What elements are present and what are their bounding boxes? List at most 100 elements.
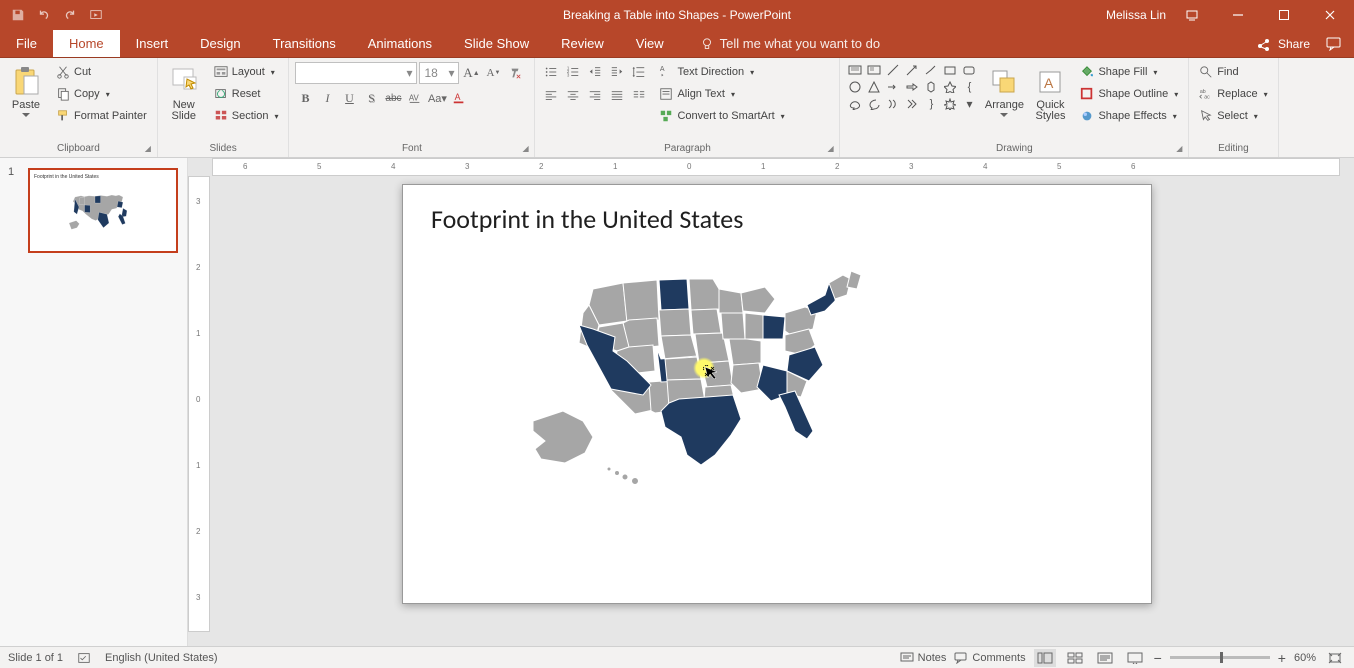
- tab-animations[interactable]: Animations: [352, 30, 448, 57]
- ribbon-options-icon[interactable]: [1172, 0, 1212, 30]
- line-spacing-icon[interactable]: [629, 62, 649, 82]
- tab-design[interactable]: Design: [184, 30, 256, 57]
- align-right-icon[interactable]: [585, 86, 605, 106]
- save-icon[interactable]: [6, 3, 30, 27]
- sorter-view-icon[interactable]: [1064, 649, 1086, 667]
- layout-button[interactable]: Layout▾: [210, 62, 283, 82]
- reset-button[interactable]: Reset: [210, 84, 283, 104]
- state-tx[interactable]: [661, 395, 741, 465]
- state-in[interactable]: [745, 313, 763, 339]
- zoom-in-icon[interactable]: +: [1278, 650, 1286, 666]
- shape-fill-button[interactable]: Shape Fill▾: [1076, 62, 1182, 82]
- paste-button[interactable]: Paste: [6, 62, 46, 117]
- italic-icon[interactable]: I: [317, 88, 337, 108]
- start-from-beginning-icon[interactable]: [84, 3, 108, 27]
- state-oh[interactable]: [763, 315, 785, 339]
- font-size-combo[interactable]: 18▾: [419, 62, 459, 84]
- columns-icon[interactable]: [629, 86, 649, 106]
- font-expand-icon[interactable]: ◢: [522, 144, 532, 154]
- state-mt[interactable]: [623, 280, 659, 323]
- numbering-icon[interactable]: 123: [563, 62, 583, 82]
- convert-smartart-button[interactable]: Convert to SmartArt▾: [655, 106, 788, 126]
- us-map[interactable]: [523, 271, 883, 491]
- arrange-button[interactable]: Arrange: [984, 62, 1024, 117]
- align-center-icon[interactable]: [563, 86, 583, 106]
- state-hi[interactable]: [607, 467, 639, 485]
- tab-home[interactable]: Home: [53, 30, 120, 57]
- state-nd[interactable]: [659, 279, 689, 310]
- section-button[interactable]: Section▾: [210, 106, 283, 126]
- notes-button[interactable]: Notes: [900, 652, 947, 664]
- share-button[interactable]: Share: [1278, 37, 1310, 51]
- status-language[interactable]: English (United States): [105, 652, 218, 664]
- tab-insert[interactable]: Insert: [120, 30, 185, 57]
- fit-window-icon[interactable]: [1324, 649, 1346, 667]
- state-fl[interactable]: [779, 391, 813, 439]
- undo-icon[interactable]: [32, 3, 56, 27]
- char-spacing-icon[interactable]: AV: [405, 88, 425, 108]
- redo-icon[interactable]: [58, 3, 82, 27]
- underline-icon[interactable]: U: [339, 88, 359, 108]
- zoom-slider[interactable]: [1170, 656, 1270, 659]
- change-case-icon[interactable]: Aa▾: [427, 88, 447, 108]
- format-painter-button[interactable]: Format Painter: [52, 106, 151, 126]
- zoom-out-icon[interactable]: −: [1154, 650, 1162, 666]
- zoom-percent[interactable]: 60%: [1294, 652, 1316, 664]
- maximize-button[interactable]: [1264, 0, 1304, 30]
- state-ky-tn[interactable]: [729, 339, 761, 365]
- tab-review[interactable]: Review: [545, 30, 620, 57]
- state-me[interactable]: [847, 271, 861, 289]
- cut-button[interactable]: Cut: [52, 62, 151, 82]
- slide-title-text[interactable]: Footprint in the United States: [431, 203, 743, 235]
- minimize-button[interactable]: [1218, 0, 1258, 30]
- new-slide-button[interactable]: New Slide: [164, 62, 204, 122]
- state-sd[interactable]: [659, 309, 691, 336]
- select-button[interactable]: Select▾: [1195, 106, 1271, 126]
- paragraph-expand-icon[interactable]: ◢: [827, 144, 837, 154]
- bullets-icon[interactable]: [541, 62, 561, 82]
- decrease-indent-icon[interactable]: [585, 62, 605, 82]
- tab-slideshow[interactable]: Slide Show: [448, 30, 545, 57]
- font-name-combo[interactable]: ▾: [295, 62, 417, 84]
- tab-file[interactable]: File: [0, 30, 53, 57]
- align-left-icon[interactable]: [541, 86, 561, 106]
- tab-transitions[interactable]: Transitions: [257, 30, 352, 57]
- slide-canvas[interactable]: Footprint in the United States: [402, 184, 1152, 604]
- state-ak[interactable]: [533, 411, 593, 463]
- state-ia[interactable]: [691, 309, 721, 334]
- justify-icon[interactable]: [607, 86, 627, 106]
- quick-styles-button[interactable]: A Quick Styles: [1030, 62, 1070, 122]
- normal-view-icon[interactable]: [1034, 649, 1056, 667]
- replace-button[interactable]: abacReplace▾: [1195, 84, 1271, 104]
- increase-indent-icon[interactable]: [607, 62, 627, 82]
- strike-icon[interactable]: abc: [383, 88, 403, 108]
- bold-icon[interactable]: B: [295, 88, 315, 108]
- shadow-icon[interactable]: S: [361, 88, 381, 108]
- decrease-font-icon[interactable]: A▼: [483, 63, 503, 83]
- drawing-expand-icon[interactable]: ◢: [1176, 144, 1186, 154]
- state-mn[interactable]: [689, 279, 719, 310]
- shape-effects-button[interactable]: Shape Effects▾: [1076, 106, 1182, 126]
- tab-view[interactable]: View: [620, 30, 680, 57]
- comments-button[interactable]: Comments: [954, 652, 1025, 664]
- state-ne[interactable]: [661, 335, 697, 359]
- shapes-gallery[interactable]: { } ▾: [846, 62, 978, 112]
- slideshow-view-icon[interactable]: [1124, 649, 1146, 667]
- state-mi[interactable]: [741, 287, 775, 313]
- state-wi[interactable]: [719, 289, 743, 313]
- shape-outline-button[interactable]: Shape Outline▾: [1076, 84, 1182, 104]
- tell-me-search[interactable]: Tell me what you want to do: [700, 30, 880, 57]
- clipboard-expand-icon[interactable]: ◢: [145, 144, 155, 154]
- clear-formatting-icon[interactable]: [505, 63, 525, 83]
- align-text-button[interactable]: Align Text▾: [655, 84, 788, 104]
- text-direction-button[interactable]: AText Direction▾: [655, 62, 788, 82]
- find-button[interactable]: Find: [1195, 62, 1271, 82]
- comments-icon[interactable]: [1326, 37, 1342, 51]
- close-button[interactable]: [1310, 0, 1350, 30]
- copy-button[interactable]: Copy▾: [52, 84, 151, 104]
- increase-font-icon[interactable]: A▲: [461, 63, 481, 83]
- state-il[interactable]: [721, 313, 745, 339]
- slide-thumbnail[interactable]: Footprint in the United States: [28, 168, 178, 253]
- reading-view-icon[interactable]: [1094, 649, 1116, 667]
- spellcheck-icon[interactable]: [77, 651, 91, 665]
